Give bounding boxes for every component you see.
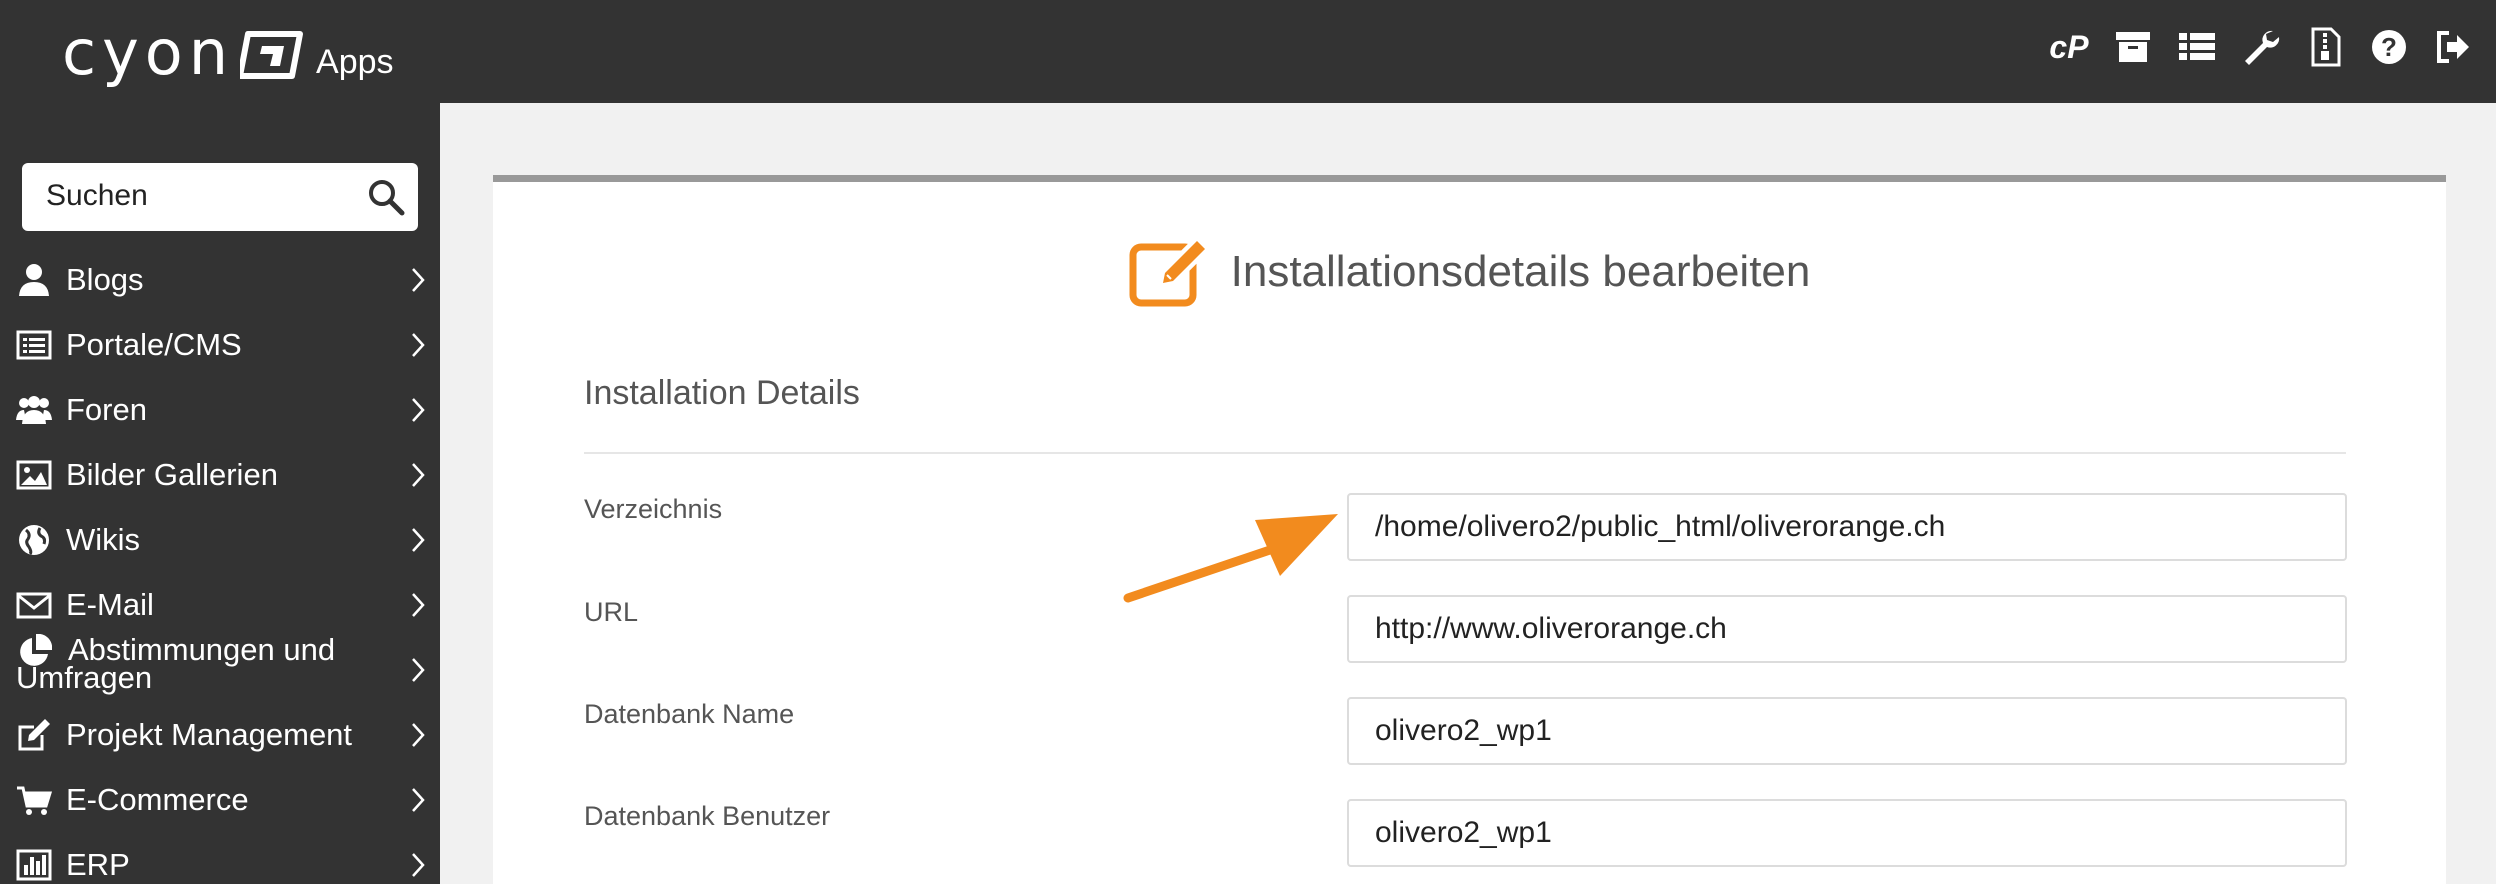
users-icon bbox=[16, 396, 52, 424]
logo-wordmark: cyon bbox=[62, 16, 235, 89]
chevron-right-icon bbox=[412, 333, 425, 357]
image-icon bbox=[16, 460, 52, 490]
url-label: URL bbox=[584, 597, 639, 627]
sidebar-item-label: Foren bbox=[66, 392, 147, 427]
sidebar-item-foren[interactable]: Foren bbox=[0, 378, 440, 443]
edit-icon bbox=[18, 719, 50, 751]
sidebar-item-projekt-management[interactable]: Projekt Management bbox=[0, 703, 440, 768]
edit-icon bbox=[1129, 237, 1211, 307]
verzeichnis-field[interactable]: /home/olivero2/public_html/oliverorange.… bbox=[1347, 493, 2347, 561]
page-title: Installationsdetails bearbeiten bbox=[1230, 247, 1811, 296]
list-icon bbox=[16, 330, 52, 360]
logo[interactable]: cyon Apps bbox=[62, 22, 394, 84]
zip-file-icon[interactable] bbox=[2304, 24, 2346, 70]
chevron-right-icon bbox=[412, 658, 425, 682]
chevron-right-icon bbox=[412, 528, 425, 552]
top-bar: cyon Apps cP ? bbox=[0, 0, 2496, 103]
sidebar-item-wikis[interactable]: Wikis bbox=[0, 508, 440, 573]
cart-icon bbox=[17, 786, 52, 815]
datenbank-benutzer-field[interactable]: olivero2_wp1 bbox=[1347, 799, 2347, 867]
sidebar-nav: Blogs Portale/CMS Foren Bilder Gallerien… bbox=[0, 248, 440, 884]
sidebar-item-label: Wikis bbox=[66, 522, 141, 557]
logout-icon[interactable] bbox=[2432, 24, 2474, 70]
list-icon[interactable] bbox=[2176, 24, 2218, 70]
chevron-right-icon bbox=[412, 853, 425, 877]
sidebar-item-bilder-gallerien[interactable]: Bilder Gallerien bbox=[0, 443, 440, 508]
sidebar-item-abstimmungen[interactable]: Abstimmungen und Umfragen bbox=[0, 632, 440, 703]
sidebar-item-label: Abstimmungen und Umfragen bbox=[16, 632, 336, 695]
sidebar: Suchen Blogs Portale/CMS Foren Bilder Ga… bbox=[0, 103, 440, 884]
cpanel-icon[interactable]: cP bbox=[2048, 24, 2090, 70]
sidebar-item-label: E-Mail bbox=[66, 587, 154, 622]
datenbank-name-field[interactable]: olivero2_wp1 bbox=[1347, 697, 2347, 765]
sidebar-item-portale-cms[interactable]: Portale/CMS bbox=[0, 313, 440, 378]
bar-chart-icon bbox=[16, 849, 52, 881]
apps-label: Apps bbox=[316, 43, 394, 81]
sidebar-item-blogs[interactable]: Blogs bbox=[0, 248, 440, 313]
envelope-icon bbox=[16, 592, 52, 619]
wrench-icon[interactable] bbox=[2240, 24, 2282, 70]
svg-text:?: ? bbox=[2381, 32, 2397, 62]
chevron-right-icon bbox=[412, 463, 425, 487]
panel-header: Installationsdetails bearbeiten bbox=[493, 237, 2446, 307]
cpanel-label: cP bbox=[2049, 28, 2089, 65]
search-icon[interactable] bbox=[366, 177, 406, 217]
search-input[interactable]: Suchen bbox=[46, 179, 148, 213]
chevron-right-icon bbox=[412, 723, 425, 747]
sidebar-item-label: E-Commerce bbox=[66, 782, 249, 817]
sidebar-item-label: Blogs bbox=[66, 262, 144, 297]
chevron-right-icon bbox=[412, 593, 425, 617]
sidebar-item-e-mail[interactable]: E-Mail bbox=[0, 573, 440, 638]
help-icon[interactable]: ? bbox=[2368, 24, 2410, 70]
verzeichnis-label: Verzeichnis bbox=[584, 494, 723, 524]
chevron-right-icon bbox=[412, 268, 425, 292]
sidebar-item-erp[interactable]: ERP bbox=[0, 833, 440, 884]
archive-icon[interactable] bbox=[2112, 24, 2154, 70]
sidebar-item-label: Portale/CMS bbox=[66, 327, 242, 362]
sidebar-item-label: Projekt Management bbox=[66, 717, 353, 752]
url-field[interactable]: http://www.oliverorange.ch bbox=[1347, 595, 2347, 663]
top-toolbar: cP ? bbox=[2048, 24, 2496, 70]
sidebar-item-e-commerce[interactable]: E-Commerce bbox=[0, 768, 440, 833]
cyon-logo-icon bbox=[240, 31, 304, 79]
datenbank-benutzer-label: Datenbank Benutzer bbox=[584, 801, 831, 831]
annotation-arrow-icon bbox=[1123, 514, 1338, 603]
chevron-right-icon bbox=[412, 788, 425, 812]
user-icon bbox=[19, 264, 49, 296]
sidebar-item-label: ERP bbox=[66, 847, 130, 882]
globe-icon bbox=[19, 525, 49, 556]
chevron-right-icon bbox=[412, 398, 425, 422]
datenbank-name-label: Datenbank Name bbox=[584, 699, 795, 729]
section-title: Installation Details bbox=[584, 374, 860, 412]
section-divider bbox=[584, 452, 2346, 454]
sidebar-item-label: Bilder Gallerien bbox=[66, 457, 278, 492]
search-box[interactable]: Suchen bbox=[22, 163, 418, 231]
installation-details-panel: Installationsdetails bearbeiten Installa… bbox=[493, 175, 2446, 884]
